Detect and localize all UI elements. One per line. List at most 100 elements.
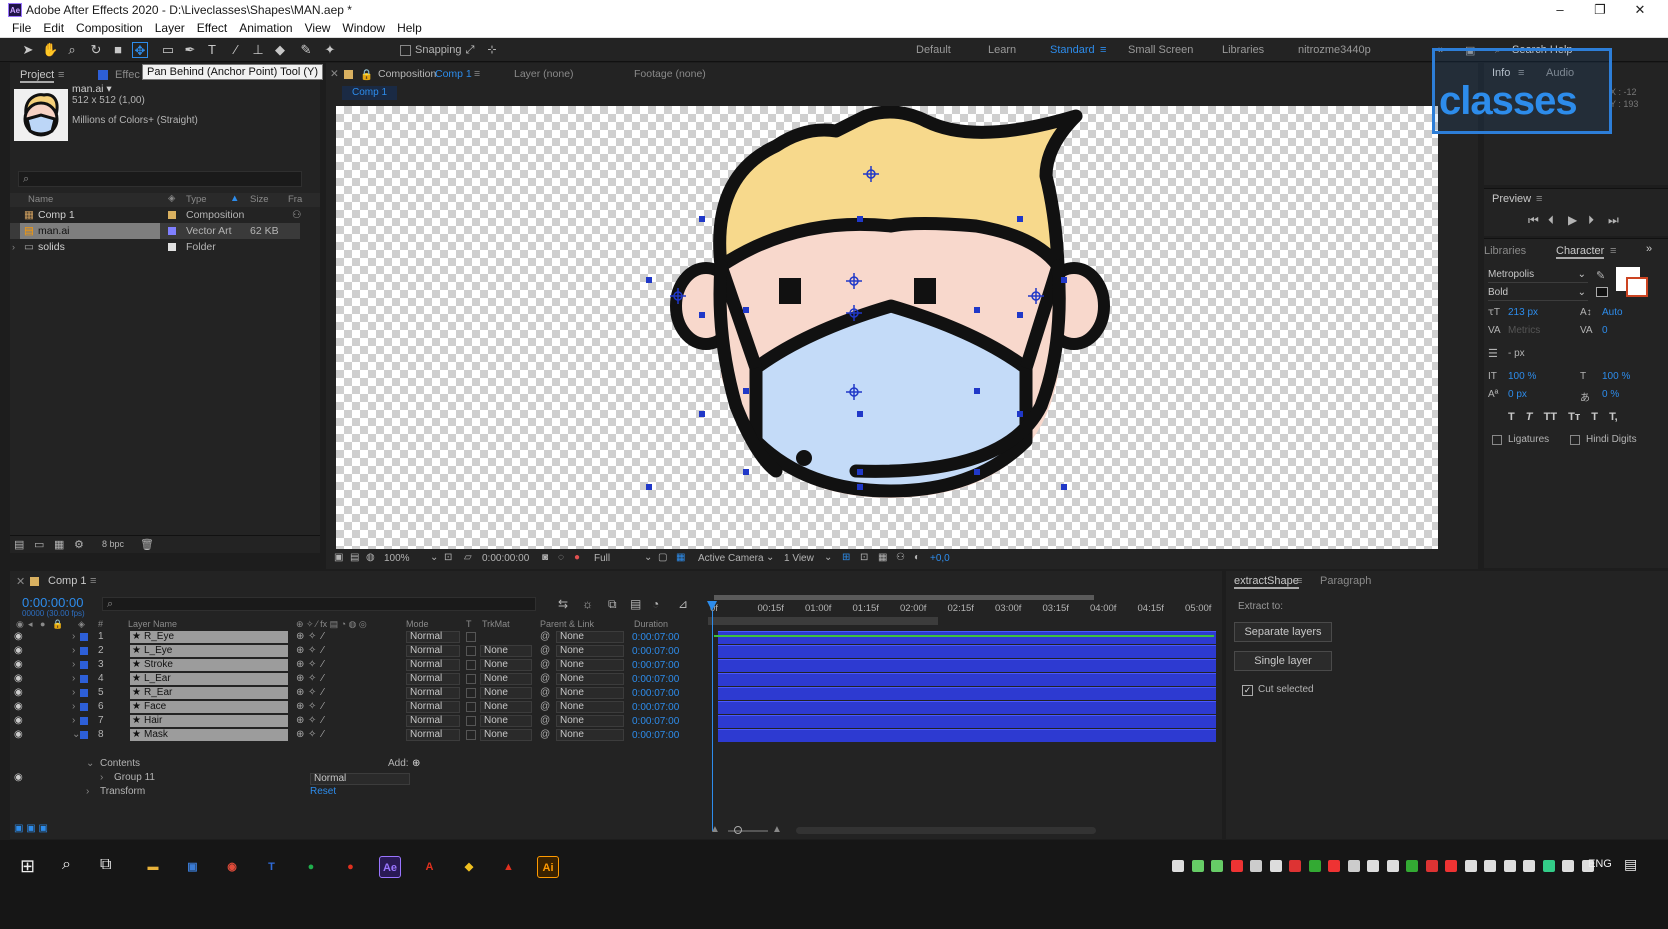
file-explorer-icon[interactable]: ▬ xyxy=(142,856,164,878)
pan-behind-tool-icon[interactable]: ✥ xyxy=(132,42,148,58)
pickwhip-icon[interactable]: @ xyxy=(540,714,550,728)
current-timecode[interactable]: 0:00:00:00 xyxy=(22,595,83,610)
layer-name[interactable]: ★ Hair xyxy=(130,715,288,727)
first-frame-button[interactable]: ⏮ xyxy=(1528,213,1539,228)
bpc-button[interactable]: 8 bpc xyxy=(102,539,124,549)
timeline-footer-icons[interactable]: ▣ ▣ ▣ xyxy=(14,823,48,834)
table-row[interactable]: ◉ › 1 ★ R_Eye ⊕ ✧ ⁄ Normal @ None 0:00:07:00 xyxy=(10,630,700,644)
blend-mode-select[interactable]: Normal xyxy=(406,729,460,741)
layer-name[interactable]: ★ Face xyxy=(130,701,288,713)
camera-select[interactable]: Active Camera xyxy=(698,553,764,564)
col-frame-rate[interactable]: Fra xyxy=(288,194,302,205)
menu-effect[interactable]: Effect xyxy=(191,20,233,37)
tray-app-icon[interactable] xyxy=(1464,860,1477,872)
views-select[interactable]: 1 View xyxy=(784,553,814,564)
tsume-value[interactable]: 0 % xyxy=(1602,389,1619,400)
snapping-checkbox[interactable] xyxy=(400,45,411,56)
eye-icon[interactable]: ◉ xyxy=(14,728,23,742)
blend-mode-select[interactable]: Normal xyxy=(406,631,460,643)
layer-duration-bar[interactable] xyxy=(718,715,1216,728)
table-row[interactable]: ◉ › 7 ★ Hair ⊕ ✧ ⁄ Normal None @ None 0:00:07:00 xyxy=(10,714,700,728)
tray-app-icon[interactable] xyxy=(1308,860,1321,872)
fast-previews-icon[interactable]: ⊡ xyxy=(860,552,868,563)
roto-brush-tool-icon[interactable]: ✎ xyxy=(298,42,314,58)
track-matte-select[interactable]: None xyxy=(480,701,532,713)
quality-switch-icon[interactable]: ⁄ xyxy=(322,658,324,672)
quality-switch-icon[interactable]: ⁄ xyxy=(322,644,324,658)
windows-start-icon[interactable]: ⊞ xyxy=(20,856,35,877)
track-matte-select[interactable]: None xyxy=(480,673,532,685)
shy-switch-icon[interactable]: ⊕ xyxy=(296,700,304,714)
region-of-interest-icon[interactable]: ▢ xyxy=(658,552,667,563)
parent-select[interactable]: None xyxy=(556,673,624,685)
tab-composition-label[interactable]: Composition xyxy=(378,68,436,80)
menu-edit[interactable]: Edit xyxy=(37,20,70,37)
separate-layers-button[interactable]: Separate layers xyxy=(1234,622,1332,642)
chevron-right-icon[interactable]: › xyxy=(72,672,75,686)
illustrator-icon[interactable]: Ai xyxy=(537,856,559,878)
layer-duration-bar[interactable] xyxy=(718,673,1216,686)
rectangle-tool-icon[interactable]: ▭ xyxy=(160,42,176,58)
layer-duration-bar[interactable] xyxy=(718,631,1216,644)
layer-name[interactable]: ★ R_Eye xyxy=(130,631,288,643)
camera-tool-icon[interactable]: ■ xyxy=(110,42,126,58)
label-color-icon[interactable] xyxy=(80,717,88,725)
next-frame-button[interactable]: ⏵ xyxy=(1588,213,1594,228)
layer-duration-bar[interactable] xyxy=(718,645,1216,658)
reset-link[interactable]: Reset xyxy=(310,786,336,797)
blend-mode-select[interactable]: Normal xyxy=(406,659,460,671)
layer-name-header[interactable]: Layer Name xyxy=(128,619,177,629)
workspace-menu-icon[interactable]: ≡ xyxy=(1100,44,1106,56)
tab-composition-name[interactable]: Comp 1 xyxy=(435,68,472,80)
chevron-right-icon[interactable]: › xyxy=(100,772,103,783)
quality-switch-icon[interactable]: ⁄ xyxy=(322,672,324,686)
parent-select[interactable]: None xyxy=(556,701,624,713)
layer-duration[interactable]: 0:00:07:00 xyxy=(632,673,679,687)
preserve-transparency-checkbox[interactable] xyxy=(466,660,476,670)
menu-window[interactable]: Window xyxy=(336,20,391,37)
snapshot-icon[interactable]: ◙ xyxy=(542,552,548,563)
workspace-libraries[interactable]: Libraries xyxy=(1222,44,1264,56)
add-button-icon[interactable]: ⊕ xyxy=(412,758,420,769)
eye-icon[interactable]: ◉ xyxy=(14,630,23,644)
transparency-grid-icon[interactable]: ▦ xyxy=(676,552,685,563)
layer-name[interactable]: ★ Stroke xyxy=(130,659,288,671)
track-matte-select[interactable]: None xyxy=(480,659,532,671)
composition-menu-icon[interactable]: ≡ xyxy=(474,68,480,80)
layer-name[interactable]: ★ R_Ear xyxy=(130,687,288,699)
exposure-value[interactable]: +0,0 xyxy=(930,553,950,564)
snap-options-icon[interactable]: ⤢ xyxy=(462,42,478,58)
save-app-icon[interactable]: ▣ xyxy=(182,856,204,878)
tray-app-icon[interactable] xyxy=(1367,860,1379,872)
track-matte-select[interactable]: None xyxy=(480,687,532,699)
col-type[interactable]: Type xyxy=(186,194,207,205)
close-button[interactable]: ✕ xyxy=(1620,0,1660,20)
eye-icon[interactable]: ◉ xyxy=(14,686,23,700)
horizontal-scale-value[interactable]: 100 % xyxy=(1602,371,1630,382)
tray-app-icon[interactable] xyxy=(1386,860,1399,872)
shy-layers-icon[interactable]: ⧉ xyxy=(608,597,617,612)
table-row[interactable]: ◉ › 5 ★ R_Ear ⊕ ✧ ⁄ Normal None @ None 0:00:07:00 xyxy=(10,686,700,700)
vertical-scale-value[interactable]: 100 % xyxy=(1508,371,1536,382)
layer-duration[interactable]: 0:00:07:00 xyxy=(632,645,679,659)
preserve-transparency-checkbox[interactable] xyxy=(466,674,476,684)
trkmat-header[interactable]: TrkMat xyxy=(482,619,510,629)
collapse-switch-icon[interactable]: ✧ xyxy=(308,686,316,700)
parent-select[interactable]: None xyxy=(556,659,624,671)
table-row[interactable]: ◉ › 6 ★ Face ⊕ ✧ ⁄ Normal None @ None 0:00:07:00 xyxy=(10,700,700,714)
character-menu-icon[interactable]: ≡ xyxy=(1610,245,1616,257)
chrome-icon[interactable]: ◉ xyxy=(221,856,243,878)
snap-grid-icon[interactable]: ⊹ xyxy=(484,42,500,58)
shy-switch-icon[interactable]: ⊕ xyxy=(296,644,304,658)
layer-duration-bar[interactable] xyxy=(718,659,1216,672)
font-style-select[interactable]: Bold ⌄ xyxy=(1488,287,1588,301)
frame-blending-icon[interactable]: ▤ xyxy=(630,597,641,611)
layer-duration[interactable]: 0:00:07:00 xyxy=(632,631,679,645)
shy-switch-icon[interactable]: ⊕ xyxy=(296,714,304,728)
tab-extractshape[interactable]: extractShape xyxy=(1234,575,1299,589)
table-row[interactable]: ◉ › 2 ★ L_Eye ⊕ ✧ ⁄ Normal None @ None 0:00:07:00 xyxy=(10,644,700,658)
eye-icon[interactable]: ◉ xyxy=(14,772,23,783)
eye-icon[interactable]: ◉ xyxy=(14,700,23,714)
menu-animation[interactable]: Animation xyxy=(233,20,298,37)
mode-header[interactable]: Mode xyxy=(406,619,429,629)
